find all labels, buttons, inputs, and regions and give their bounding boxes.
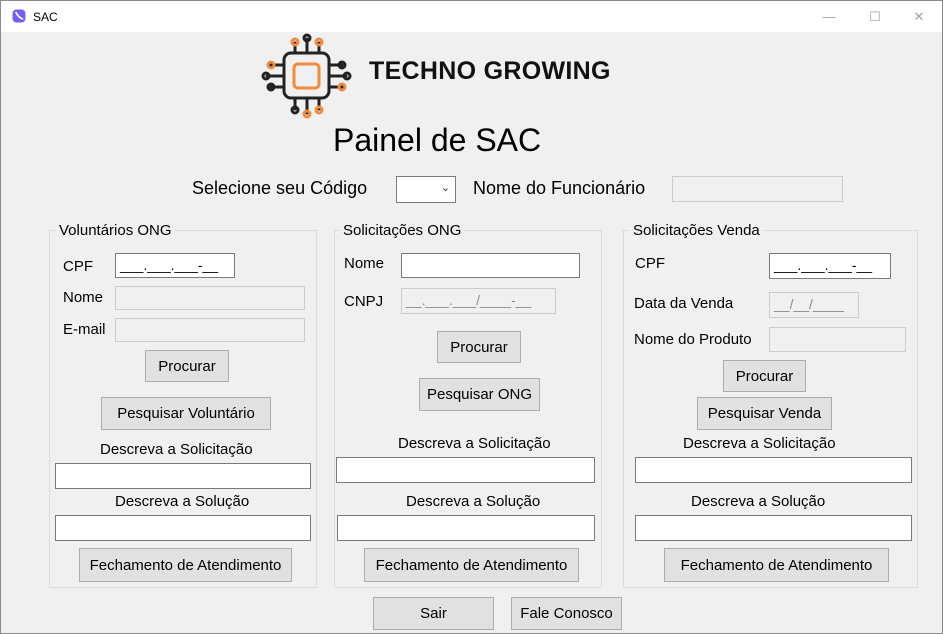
sale-solution-input[interactable]: [635, 515, 912, 541]
page-title: Painel de SAC: [333, 122, 542, 158]
contact-us-button[interactable]: Fale Conosco: [511, 597, 622, 630]
window-title: SAC: [33, 10, 58, 24]
product-name-label: Nome do Produto: [634, 331, 752, 348]
ngo-group-title: Solicitações ONG: [340, 222, 465, 239]
sale-cpf-mask: ___.___.___-__: [774, 257, 873, 273]
volunteer-request-input[interactable]: [55, 463, 311, 489]
ngo-name-input[interactable]: [401, 253, 580, 278]
maximize-button[interactable]: ☐: [852, 1, 898, 32]
chevron-down-icon: ⌄: [440, 182, 450, 194]
volunteer-search-button[interactable]: Procurar: [145, 350, 229, 382]
ngo-cnpj-field[interactable]: __.___.___/____-__: [401, 288, 556, 314]
code-select[interactable]: ⌄: [396, 176, 456, 203]
close-button[interactable]: ✕: [896, 1, 942, 32]
volunteer-solution-label: Descreva a Solução: [115, 493, 250, 510]
volunteer-name-label: Nome: [63, 289, 104, 306]
sale-request-label: Descreva a Solicitação: [683, 435, 836, 452]
volunteer-request-label: Descreva a Solicitação: [100, 441, 253, 458]
volunteer-email-label: E-mail: [63, 321, 106, 338]
search-sale-button[interactable]: Pesquisar Venda: [697, 397, 832, 430]
sale-date-mask: __/__/____: [774, 296, 845, 312]
ngo-request-label: Descreva a Solicitação: [398, 435, 551, 452]
viber-icon: [12, 9, 26, 23]
sale-search-button[interactable]: Procurar: [723, 360, 806, 392]
employee-name-label: Nome do Funcionário: [473, 178, 646, 198]
ngo-solution-label: Descreva a Solução: [406, 493, 541, 510]
ngo-close-service-button[interactable]: Fechamento de Atendimento: [364, 548, 579, 582]
sales-group-title: Solicitações Venda: [630, 222, 763, 239]
search-volunteer-button[interactable]: Pesquisar Voluntário: [101, 397, 271, 430]
volunteer-cpf-label: CPF: [63, 258, 93, 275]
ngo-request-input[interactable]: [336, 457, 595, 483]
volunteer-cpf-input[interactable]: ___.___.___-__: [115, 253, 235, 278]
volunteer-close-service-button[interactable]: Fechamento de Atendimento: [79, 548, 292, 582]
circuit-chip-icon: [261, 33, 352, 119]
title-bar[interactable]: SAC — ☐ ✕: [1, 1, 942, 32]
ngo-cnpj-label: CNPJ: [344, 293, 384, 310]
volunteer-solution-input[interactable]: [55, 515, 311, 541]
sale-close-service-button[interactable]: Fechamento de Atendimento: [664, 548, 889, 582]
sale-date-field[interactable]: __/__/____: [769, 292, 859, 318]
sale-cpf-label: CPF: [635, 255, 665, 272]
volunteer-name-field[interactable]: [115, 286, 305, 310]
brand-name: TECHNO GROWING: [369, 57, 611, 85]
employee-name-field[interactable]: [672, 176, 843, 202]
exit-button[interactable]: Sair: [373, 597, 494, 630]
minimize-button[interactable]: —: [806, 1, 852, 32]
code-label: Selecione seu Código: [192, 178, 368, 198]
sac-window: SAC — ☐ ✕ TECHNO GROWING Painel de SAC S…: [0, 0, 943, 634]
ngo-cnpj-mask: __.___.___/____-__: [406, 292, 532, 308]
volunteer-cpf-mask: ___.___.___-__: [120, 257, 219, 273]
sale-date-label: Data da Venda: [634, 295, 734, 312]
ngo-search-button[interactable]: Procurar: [437, 331, 521, 363]
sale-solution-label: Descreva a Solução: [691, 493, 826, 510]
sale-request-input[interactable]: [635, 457, 912, 483]
volunteer-email-field[interactable]: [115, 318, 305, 342]
product-name-field[interactable]: [769, 327, 906, 352]
sale-cpf-input[interactable]: ___.___.___-__: [769, 253, 891, 279]
search-ngo-button[interactable]: Pesquisar ONG: [419, 378, 540, 411]
ngo-name-label: Nome: [344, 255, 385, 272]
ngo-solution-input[interactable]: [337, 515, 595, 541]
volunteers-group-title: Voluntários ONG: [56, 222, 175, 239]
